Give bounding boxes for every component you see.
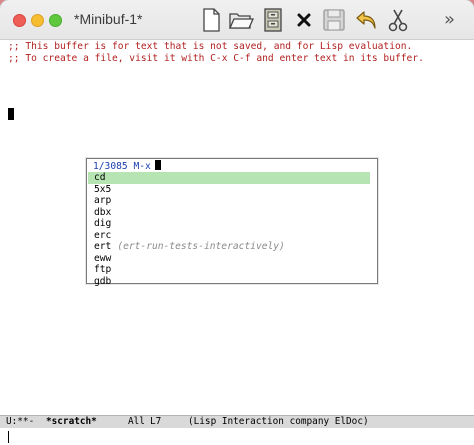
prompt-label: M-x	[133, 161, 151, 172]
new-file-icon[interactable]	[198, 7, 224, 33]
candidate-text: erc	[94, 229, 112, 241]
text-cursor	[8, 108, 14, 120]
candidate-item[interactable]: ert (ert-run-tests-interactively)	[88, 241, 370, 253]
scissors-icon[interactable]	[385, 7, 411, 33]
candidate-text: gdb	[94, 275, 112, 287]
zoom-window-button[interactable]	[49, 14, 62, 27]
undo-arrow-icon[interactable]	[354, 7, 380, 33]
window-title: *Minibuf-1*	[74, 11, 143, 27]
modeline-position: All	[128, 416, 145, 427]
minibuffer-prompt[interactable]: 1/3085 M-x	[93, 160, 161, 173]
candidate-count: 1/3085	[93, 161, 128, 172]
candidate-item[interactable]: dbx	[88, 207, 370, 219]
close-x-icon[interactable]	[291, 7, 317, 33]
modeline-line: L7	[150, 416, 162, 427]
candidate-item[interactable]: cd	[88, 172, 370, 184]
candidate-text: arp	[94, 195, 112, 206]
candidate-item[interactable]: ftp	[88, 264, 370, 276]
candidate-text: eww	[94, 252, 112, 264]
candidate-item[interactable]: eww	[88, 253, 370, 265]
candidate-annotation: (ert-run-tests-interactively)	[117, 241, 285, 252]
candidate-text: dbx	[94, 206, 112, 218]
candidate-text: ert	[94, 241, 112, 252]
candidate-item[interactable]: 5x5	[88, 184, 370, 196]
echo-cursor	[8, 431, 9, 443]
echo-area[interactable]	[0, 428, 474, 445]
modeline-status: U:**-	[6, 416, 35, 427]
minimize-window-button[interactable]	[31, 14, 44, 27]
completion-popup: 1/3085 M-x cd 5x5 arp dbx dig erc ert (er…	[86, 158, 378, 287]
candidate-item[interactable]: gdb	[88, 276, 370, 288]
candidate-item[interactable]: erc	[88, 230, 370, 242]
candidate-text: cd	[94, 172, 106, 183]
title-bar: *Minibuf-1* »	[0, 0, 474, 40]
candidate-item[interactable]: dig	[88, 218, 370, 230]
emacs-window: *Minibuf-1* » ;; This buffer is for text…	[0, 0, 474, 445]
modeline-modes[interactable]: (Lisp Interaction company ElDoc)	[188, 416, 369, 428]
toolbar-overflow-icon[interactable]: »	[444, 9, 455, 30]
buffer-line: ;; To create a file, visit it with C-x C…	[8, 53, 424, 64]
candidate-item[interactable]: arp	[88, 195, 370, 207]
save-disk-icon[interactable]	[321, 7, 347, 33]
minibuffer-cursor	[154, 160, 161, 170]
scratch-buffer[interactable]: ;; This buffer is for text that is not s…	[0, 40, 474, 415]
buffer-line: ;; This buffer is for text that is not s…	[8, 41, 413, 52]
open-folder-icon[interactable]	[228, 7, 254, 33]
modeline-buffer-name[interactable]: *scratch*	[46, 416, 97, 428]
candidate-text: 5x5	[94, 183, 112, 195]
file-cabinet-icon[interactable]	[260, 7, 286, 33]
mode-line[interactable]: U:**- *scratch* All L7 (Lisp Interaction…	[0, 415, 474, 428]
candidate-list: cd 5x5 arp dbx dig erc ert (ert-run-tests…	[88, 172, 370, 287]
close-window-button[interactable]	[13, 14, 26, 27]
candidate-text: dig	[94, 218, 112, 229]
candidate-text: ftp	[94, 264, 112, 275]
